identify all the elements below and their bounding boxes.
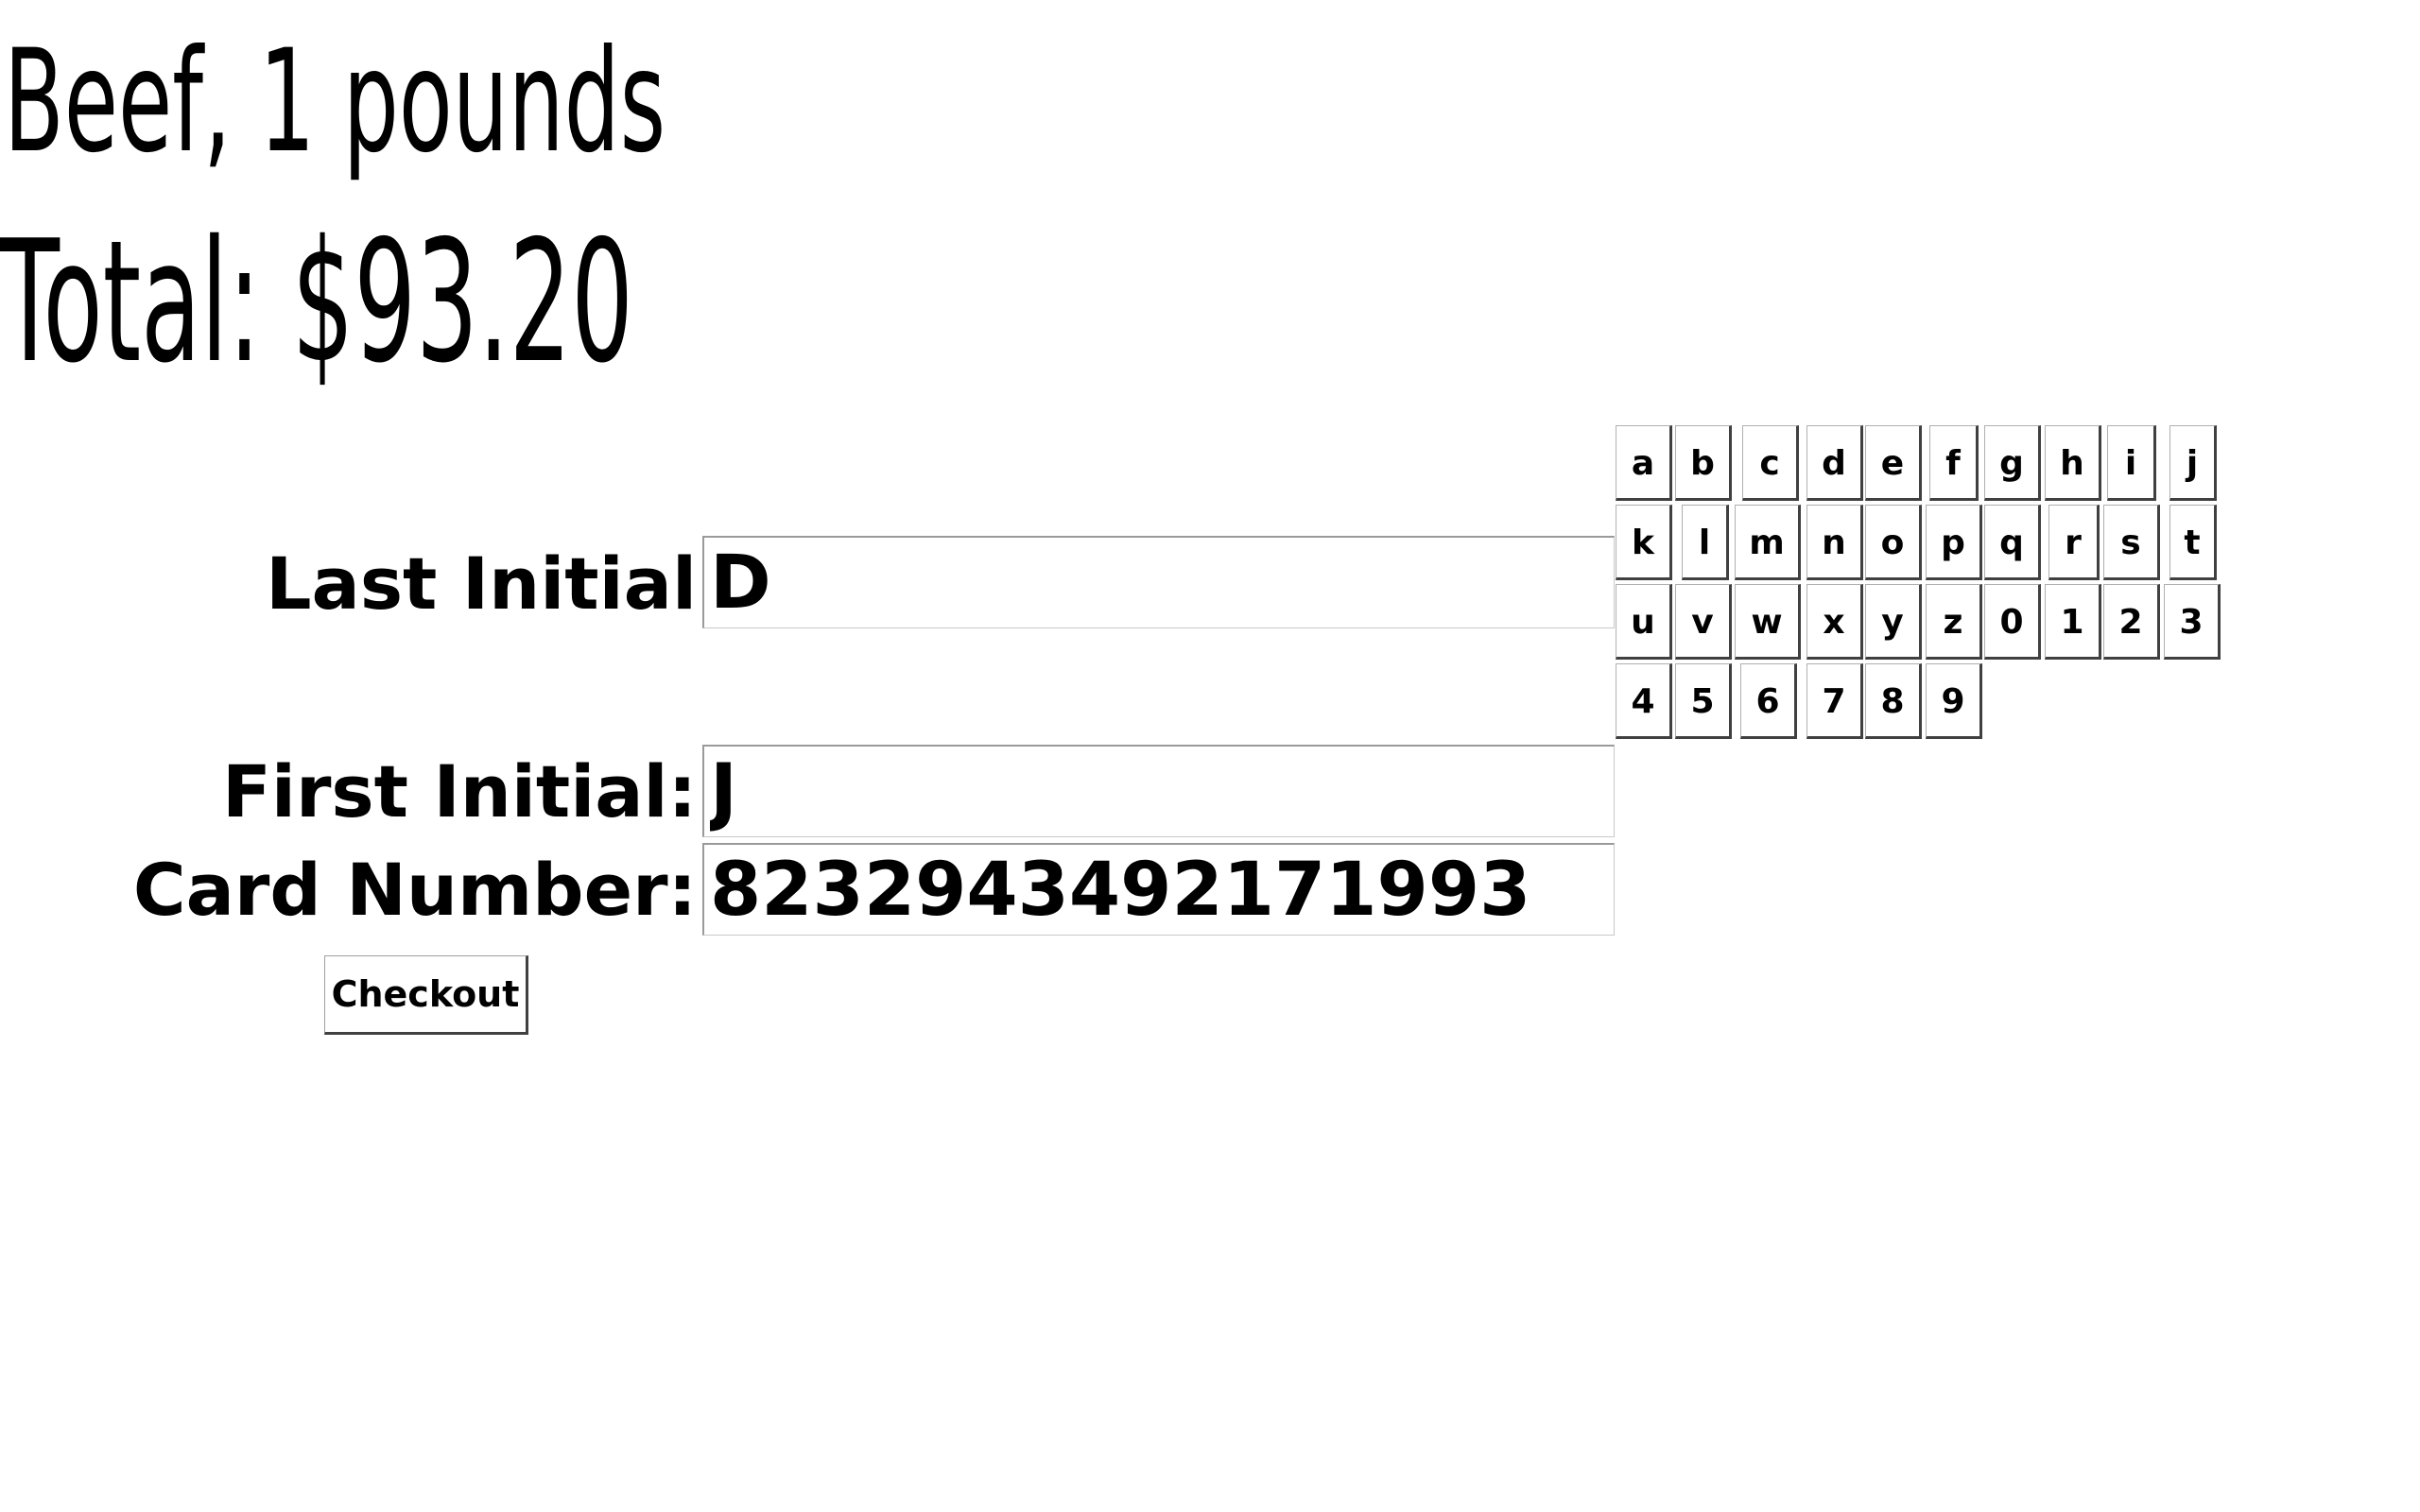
key-a[interactable]: a <box>1616 425 1672 501</box>
first-initial-input[interactable] <box>702 745 1615 837</box>
key-p[interactable]: p <box>1926 505 1982 580</box>
key-3[interactable]: 3 <box>2164 584 2221 660</box>
key-z[interactable]: z <box>1926 584 1982 660</box>
key-9[interactable]: 9 <box>1926 663 1982 739</box>
key-6[interactable]: 6 <box>1740 663 1797 739</box>
on-screen-keyboard: a b c d e f g h i j k l m n o p q r s t … <box>1616 425 2225 747</box>
order-total: Total: $93.20 <box>0 204 633 400</box>
key-4[interactable]: 4 <box>1616 663 1672 739</box>
key-o[interactable]: o <box>1865 505 1922 580</box>
key-d[interactable]: d <box>1806 425 1863 501</box>
key-x[interactable]: x <box>1806 584 1863 660</box>
key-s[interactable]: s <box>2103 505 2160 580</box>
last-initial-label: Last Initial <box>266 541 697 626</box>
key-t[interactable]: t <box>2169 505 2217 580</box>
key-1[interactable]: 1 <box>2045 584 2101 660</box>
key-j[interactable]: j <box>2169 425 2217 501</box>
key-2[interactable]: 2 <box>2103 584 2160 660</box>
key-q[interactable]: q <box>1984 505 2041 580</box>
order-item-line: Beef, 1 pounds <box>4 20 666 184</box>
key-f[interactable]: f <box>1929 425 1979 501</box>
checkout-button[interactable]: Checkout <box>324 955 528 1035</box>
card-number-label: Card Number: <box>132 848 697 932</box>
first-initial-label: First Initial: <box>221 749 697 833</box>
key-r[interactable]: r <box>2048 505 2100 580</box>
card-number-input[interactable] <box>702 843 1615 936</box>
key-k[interactable]: k <box>1616 505 1672 580</box>
key-w[interactable]: w <box>1735 584 1801 660</box>
key-y[interactable]: y <box>1865 584 1922 660</box>
key-u[interactable]: u <box>1616 584 1672 660</box>
key-5[interactable]: 5 <box>1675 663 1732 739</box>
key-8[interactable]: 8 <box>1865 663 1922 739</box>
key-m[interactable]: m <box>1735 505 1801 580</box>
key-0[interactable]: 0 <box>1984 584 2041 660</box>
key-e[interactable]: e <box>1865 425 1922 501</box>
key-i[interactable]: i <box>2107 425 2156 501</box>
key-n[interactable]: n <box>1806 505 1863 580</box>
checkout-page: Beef, 1 pounds Total: $93.20 Last Initia… <box>0 0 2420 1512</box>
key-g[interactable]: g <box>1984 425 2041 501</box>
key-v[interactable]: v <box>1675 584 1732 660</box>
key-l[interactable]: l <box>1682 505 1729 580</box>
key-7[interactable]: 7 <box>1806 663 1863 739</box>
key-h[interactable]: h <box>2045 425 2101 501</box>
last-initial-input[interactable] <box>702 536 1615 628</box>
key-c[interactable]: c <box>1742 425 1799 501</box>
key-b[interactable]: b <box>1675 425 1732 501</box>
